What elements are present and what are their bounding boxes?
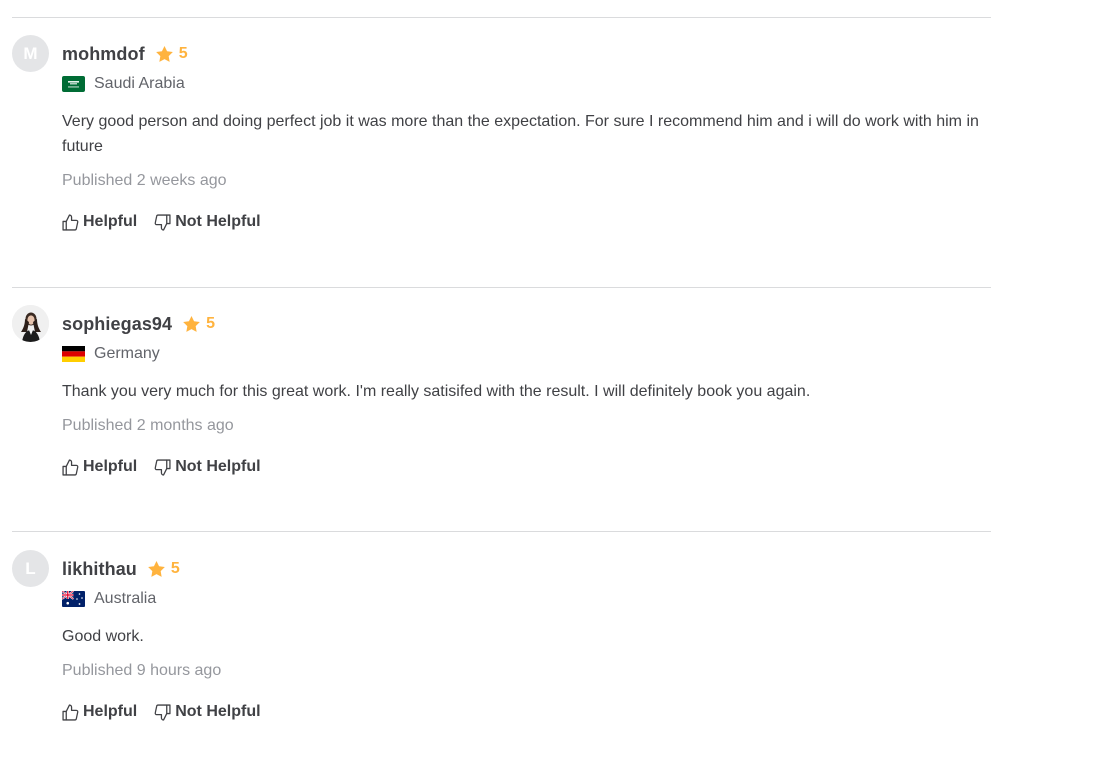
avatar[interactable]: M bbox=[12, 35, 49, 72]
reviewer-username[interactable]: likhithau bbox=[62, 559, 137, 580]
helpful-button[interactable]: Helpful bbox=[62, 458, 137, 476]
country-name: Australia bbox=[94, 590, 157, 607]
reviewer-country: Saudi Arabia bbox=[62, 73, 185, 95]
review-header: likhithau 5 bbox=[62, 556, 180, 582]
not-helpful-label: Not Helpful bbox=[175, 213, 261, 230]
rating: 5 bbox=[183, 315, 215, 333]
thumbs-up-icon bbox=[62, 703, 79, 721]
not-helpful-label: Not Helpful bbox=[175, 458, 261, 475]
published-time: Published 9 hours ago bbox=[62, 662, 222, 679]
thumbs-down-icon bbox=[154, 458, 171, 476]
rating: 5 bbox=[155, 45, 188, 63]
review-header: sophiegas94 5 bbox=[62, 311, 215, 337]
thumbs-down-icon bbox=[154, 213, 171, 231]
avatar[interactable]: L bbox=[12, 550, 49, 587]
thumbs-up-icon bbox=[62, 213, 79, 231]
star-icon bbox=[148, 561, 165, 577]
review-text: Thank you very much for this great work.… bbox=[62, 383, 811, 400]
rating-value: 5 bbox=[206, 315, 216, 332]
saudi-arabia-flag-icon bbox=[62, 76, 85, 92]
not-helpful-button[interactable]: Not Helpful bbox=[154, 703, 261, 721]
review-header: mohmdof 5 bbox=[62, 41, 188, 67]
helpful-label: Helpful bbox=[83, 458, 138, 475]
helpful-label: Helpful bbox=[83, 703, 138, 720]
country-name: Saudi Arabia bbox=[94, 75, 185, 92]
review-divider bbox=[12, 531, 991, 532]
thumbs-down-icon bbox=[154, 703, 171, 721]
germany-flag-icon bbox=[62, 346, 85, 362]
reviews-list: M mohmdof 5 Saudi Arabia Very good perso… bbox=[0, 0, 1101, 770]
avatar[interactable] bbox=[12, 305, 49, 342]
rating: 5 bbox=[148, 560, 180, 578]
review-text: Very good person and doing perfect job i… bbox=[62, 113, 979, 155]
review-actions: Helpful Not Helpful bbox=[62, 211, 278, 233]
published-time: Published 2 months ago bbox=[62, 417, 234, 434]
star-icon bbox=[183, 316, 201, 332]
reviewer-username[interactable]: mohmdof bbox=[62, 44, 145, 65]
australia-flag-icon bbox=[62, 591, 85, 607]
rating-value: 5 bbox=[170, 560, 180, 577]
country-name: Germany bbox=[94, 345, 160, 362]
reviewer-country: Germany bbox=[62, 343, 160, 365]
star-icon bbox=[155, 46, 173, 62]
not-helpful-button[interactable]: Not Helpful bbox=[154, 213, 261, 231]
avatar-photo-icon bbox=[12, 305, 49, 342]
rating-value: 5 bbox=[178, 45, 188, 62]
review-text: Good work. bbox=[62, 628, 144, 645]
not-helpful-label: Not Helpful bbox=[175, 703, 261, 720]
helpful-button[interactable]: Helpful bbox=[62, 213, 137, 231]
reviewer-country: Australia bbox=[62, 588, 156, 610]
not-helpful-button[interactable]: Not Helpful bbox=[154, 458, 261, 476]
review-divider bbox=[12, 17, 991, 18]
review-actions: Helpful Not Helpful bbox=[62, 456, 278, 478]
published-time: Published 2 weeks ago bbox=[62, 172, 227, 189]
helpful-label: Helpful bbox=[83, 213, 138, 230]
avatar-initial: L bbox=[25, 558, 36, 578]
avatar-initial: M bbox=[23, 43, 38, 63]
review-actions: Helpful Not Helpful bbox=[62, 701, 278, 723]
reviewer-username[interactable]: sophiegas94 bbox=[62, 314, 172, 335]
review-divider bbox=[12, 287, 991, 288]
helpful-button[interactable]: Helpful bbox=[62, 703, 137, 721]
thumbs-up-icon bbox=[62, 458, 79, 476]
